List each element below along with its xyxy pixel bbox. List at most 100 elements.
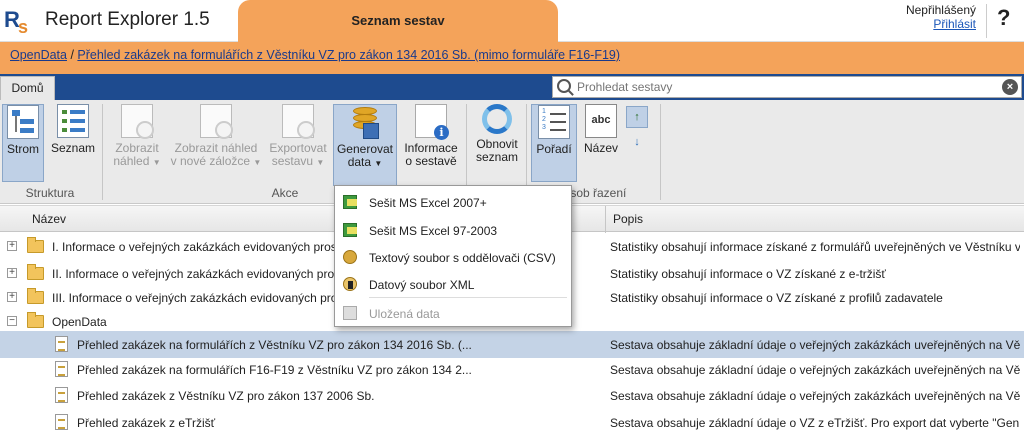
preview-icon xyxy=(121,104,154,139)
divider xyxy=(369,297,567,298)
csv-icon xyxy=(343,250,357,264)
tree-icon xyxy=(7,105,39,139)
info-label-2: o sestavě xyxy=(405,154,457,168)
sort-by-name-button[interactable]: abc Název xyxy=(580,104,622,182)
expand-icon[interactable]: + xyxy=(7,292,17,302)
row-name: II. Informace o veřejných zakázkách evid… xyxy=(52,267,334,281)
breadcrumb-separator: / xyxy=(66,48,78,62)
menu-item-label: Sešit MS Excel 97-2003 xyxy=(369,224,498,238)
show-preview-new-tab-button[interactable]: Zobrazit náhled v nové záložce ▼ xyxy=(170,104,262,182)
expand-icon[interactable]: + xyxy=(7,241,17,251)
export-label-2: sestavu xyxy=(271,154,314,168)
row-description: Sestava obsahuje základní údaje o veřejn… xyxy=(610,363,1020,377)
row-description: Statistiky obsahují informace získané z … xyxy=(610,240,1020,254)
user-status: Nepřihlášený xyxy=(905,3,976,17)
divider xyxy=(660,104,661,200)
row-name: I. Informace o veřejných zakázkách evido… xyxy=(52,240,334,254)
menu-item-xml[interactable]: Datový soubor XML xyxy=(335,270,571,298)
breadcrumb-current-link[interactable]: Přehled zakázek na formulářích z Věstník… xyxy=(77,48,620,62)
clear-icon[interactable]: × xyxy=(1002,79,1018,95)
row-description: Sestava obsahuje základní údaje o VZ z e… xyxy=(610,416,1020,430)
column-header-name[interactable]: Název xyxy=(32,212,66,226)
search-input[interactable] xyxy=(577,77,997,97)
sort-descending-icon[interactable]: ↓ xyxy=(626,132,648,154)
expand-icon[interactable]: + xyxy=(7,268,17,278)
menu-item-label: Sešit MS Excel 2007+ xyxy=(369,196,487,210)
group-label-structure: Struktura xyxy=(25,186,75,200)
row-description: Statistiky obsahují informace o VZ získa… xyxy=(610,267,886,281)
list-view-button[interactable]: Seznam xyxy=(50,104,96,182)
menu-item-label: Uložená data xyxy=(369,307,440,321)
folder-icon xyxy=(27,237,44,253)
search-box: × xyxy=(552,76,1022,98)
row-name: Přehled zakázek na formulářích z Věstník… xyxy=(77,338,472,352)
sort-name-label: Název xyxy=(583,141,618,155)
show-preview-label-2: náhled xyxy=(113,154,150,168)
list-icon xyxy=(57,104,89,138)
row-name: Přehled zakázek na formulářích F16-F19 z… xyxy=(77,363,472,377)
saved-data-icon xyxy=(343,306,357,320)
xml-icon xyxy=(343,277,357,291)
export-icon xyxy=(282,104,315,139)
menu-item-excel-2007[interactable]: Sešit MS Excel 2007+ xyxy=(335,188,571,216)
preview-new-tab-icon xyxy=(200,104,233,139)
table-row[interactable]: Přehled zakázek z Věstníku VZ pro zákon … xyxy=(0,382,1024,409)
table-row[interactable]: Přehled zakázek z eTržišť Sestava obsahu… xyxy=(0,409,1024,436)
row-name: Přehled zakázek z eTržišť xyxy=(77,416,216,430)
report-icon xyxy=(55,387,68,403)
excel-icon xyxy=(343,195,357,209)
menu-item-label: Datový soubor XML xyxy=(369,278,475,292)
database-icon xyxy=(349,105,381,139)
sort-order-label: Pořadí xyxy=(536,142,572,156)
tab-report-list[interactable]: Seznam sestav xyxy=(238,0,558,42)
folder-icon xyxy=(27,288,44,304)
row-name: OpenData xyxy=(52,315,107,329)
help-icon[interactable]: ? xyxy=(997,5,1010,31)
row-description: Sestava obsahuje základní údaje o veřejn… xyxy=(610,338,1020,352)
login-link[interactable]: Přihlásit xyxy=(933,17,976,31)
show-preview-button[interactable]: Zobrazit náhled ▼ xyxy=(108,104,166,182)
table-row[interactable]: Přehled zakázek na formulářích F16-F19 z… xyxy=(0,356,1024,383)
row-name: III. Informace o veřejných zakázkách evi… xyxy=(52,291,334,305)
tab-home[interactable]: Domů xyxy=(0,76,55,100)
generate-data-button[interactable]: Generovat data ▼ xyxy=(333,104,397,186)
app-title: Report Explorer 1.5 xyxy=(45,9,210,30)
refresh-icon xyxy=(482,104,512,134)
rs-logo-icon: R s xyxy=(4,7,28,35)
refresh-label-2: seznam xyxy=(475,150,519,164)
sort-by-order-button[interactable]: 123 Pořadí xyxy=(531,104,577,182)
export-report-button[interactable]: Exportovat sestavu ▼ xyxy=(266,104,330,182)
excel-icon xyxy=(343,223,357,237)
divider xyxy=(605,206,606,233)
breadcrumb: OpenData / Přehled zakázek na formuláříc… xyxy=(0,42,1024,74)
tree-view-label: Strom xyxy=(6,142,39,156)
generate-data-menu: Sešit MS Excel 2007+ Sešit MS Excel 97-2… xyxy=(334,185,572,327)
abc-icon: abc xyxy=(585,104,617,138)
sort-ascending-icon[interactable]: ↑ xyxy=(626,106,648,128)
top-bar: R s Report Explorer 1.5 Seznam sestav Ne… xyxy=(0,0,1024,42)
refresh-list-button[interactable]: Obnovit seznam xyxy=(472,104,522,182)
breadcrumb-root-link[interactable]: OpenData xyxy=(10,48,67,62)
menu-item-excel-97[interactable]: Sešit MS Excel 97-2003 xyxy=(335,216,571,244)
ordered-list-icon: 123 xyxy=(538,105,570,139)
table-row[interactable]: Přehled zakázek na formulářích z Věstník… xyxy=(0,331,1024,358)
row-description: Statistiky obsahují informace o VZ získa… xyxy=(610,291,943,305)
ribbon-tab-strip: Domů × xyxy=(0,74,1024,100)
show-new-tab-label-2: v nové záložce xyxy=(170,154,251,168)
column-header-description[interactable]: Popis xyxy=(613,212,643,226)
generate-label-2: data xyxy=(347,155,372,169)
report-icon xyxy=(55,414,68,430)
report-info-button[interactable]: Informace o sestavě xyxy=(401,104,461,182)
folder-icon xyxy=(27,264,44,280)
list-view-label: Seznam xyxy=(50,141,96,155)
menu-item-saved-data[interactable]: Uložená data xyxy=(335,299,571,327)
menu-item-label: Textový soubor s oddělovači (CSV) xyxy=(369,251,556,265)
divider xyxy=(102,104,103,200)
tree-view-button[interactable]: Strom xyxy=(2,104,44,182)
row-name: Přehled zakázek z Věstníku VZ pro zákon … xyxy=(77,389,375,403)
folder-open-icon xyxy=(27,312,44,328)
collapse-icon[interactable]: − xyxy=(7,316,17,326)
report-icon xyxy=(55,361,68,377)
tab-report-list-label: Seznam sestav xyxy=(351,13,445,28)
menu-item-csv[interactable]: Textový soubor s oddělovači (CSV) xyxy=(335,243,571,271)
